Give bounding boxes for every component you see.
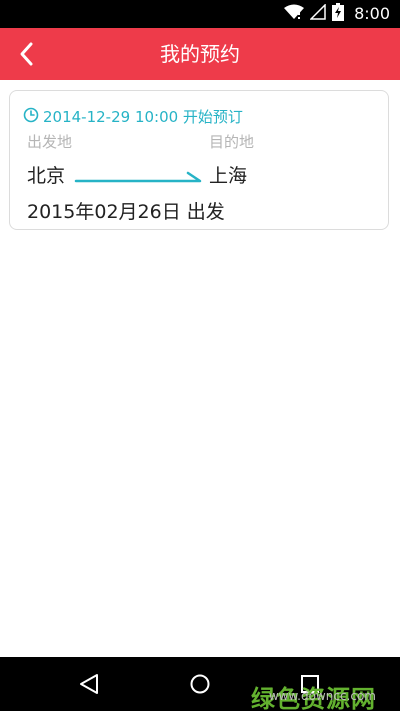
origin-city: 北京 — [27, 165, 66, 187]
clock-icon — [23, 107, 39, 127]
chevron-left-icon — [12, 42, 44, 74]
origin-label: 出发地 — [27, 133, 73, 151]
back-triangle-icon — [73, 674, 107, 705]
route-arrow-icon — [74, 169, 204, 187]
reservation-card[interactable]: 2014-12-29 10:00 开始预订 出发地 目的地 北京 上海 2015… — [9, 90, 389, 230]
status-bar: 8:00 — [0, 0, 400, 28]
no-signal-icon — [309, 3, 326, 24]
status-time: 8:00 — [354, 4, 390, 23]
destination-city: 上海 — [209, 165, 248, 187]
page-title: 我的预约 — [160, 42, 240, 66]
nav-home-button[interactable] — [183, 667, 217, 701]
battery-charging-icon — [332, 3, 345, 25]
nav-back-button[interactable] — [73, 667, 107, 701]
status-icons: 8:00 — [284, 3, 390, 25]
start-time-row: 2014-12-29 10:00 开始预订 — [23, 106, 243, 127]
recents-square-icon — [293, 675, 327, 705]
departure-date: 2015年02月26日 出发 — [27, 201, 225, 223]
back-button[interactable] — [12, 38, 44, 70]
navigation-bar — [0, 657, 400, 711]
home-circle-icon — [183, 674, 217, 705]
wifi-icon — [284, 4, 305, 24]
destination-label: 目的地 — [209, 133, 255, 151]
app-bar: 我的预约 — [0, 28, 400, 80]
start-time-text: 2014-12-29 10:00 开始预订 — [43, 108, 243, 126]
nav-recents-button[interactable] — [293, 667, 327, 701]
